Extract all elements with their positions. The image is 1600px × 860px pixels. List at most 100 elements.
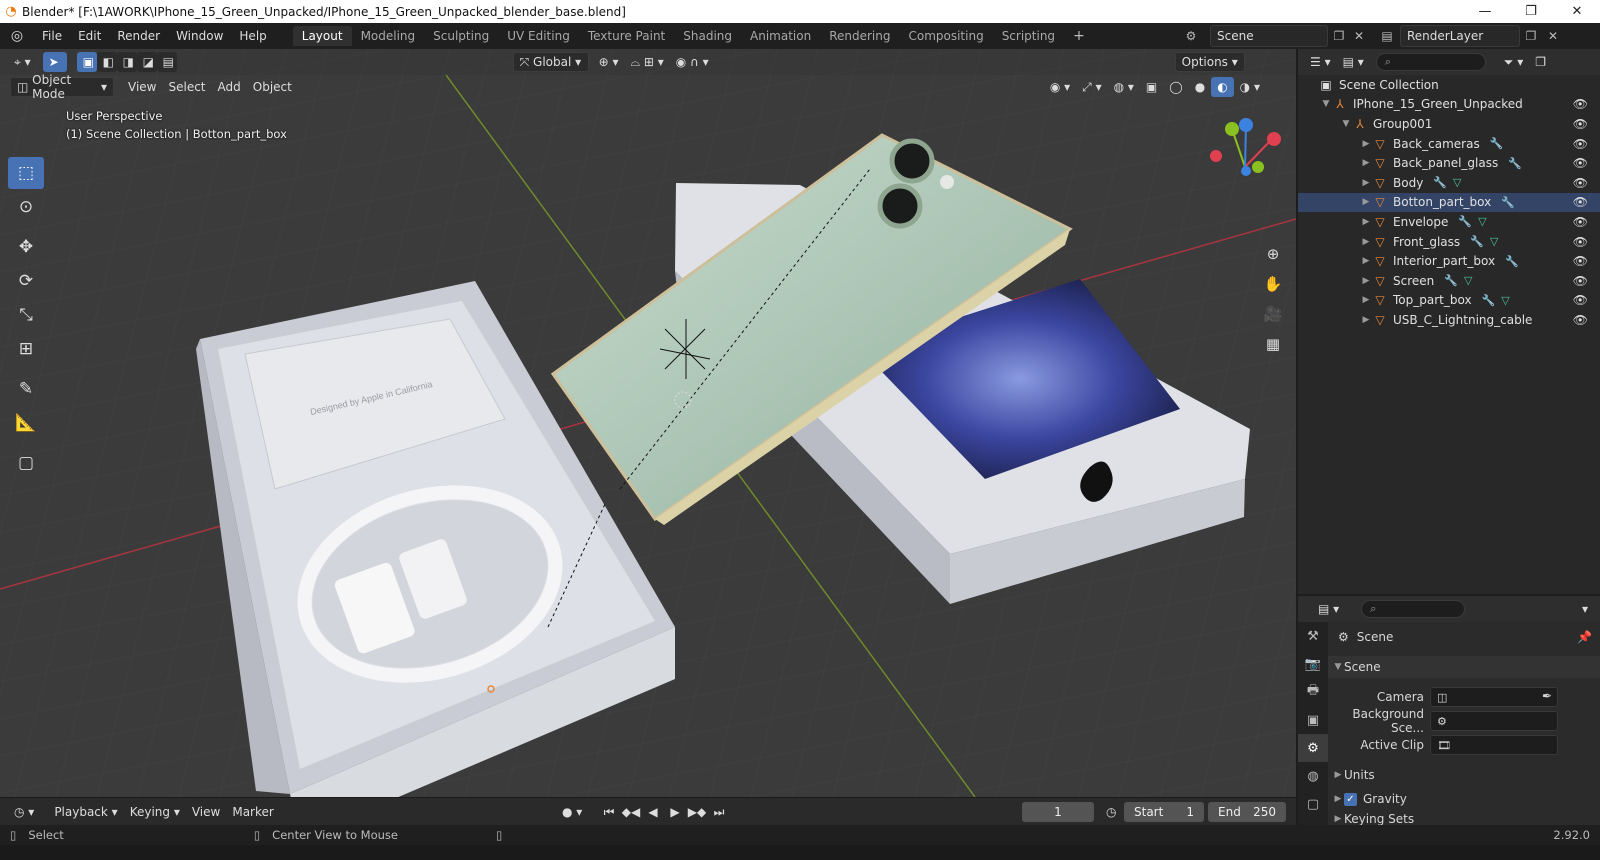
outliner-row-group[interactable]: ▼ ⅄ Group001 👁 [1298,114,1600,134]
select-invert-icon[interactable]: ◪ [136,52,157,72]
ortho-grid-icon[interactable]: ▦ [1261,329,1285,359]
maximize-button[interactable]: ❐ [1508,0,1554,23]
snap-icon[interactable]: ⌓ ⊞ ▾ [625,52,670,72]
outliner-object-row[interactable]: ▶ ▽ Botton_part_box 🔧 👁 [1298,192,1600,213]
eye-icon[interactable]: 👁 [1573,254,1588,268]
menu-help[interactable]: Help [231,29,274,43]
outliner-object-row[interactable]: ▶ ▽ Body 🔧 ▽ 👁 [1298,173,1600,193]
tab-modeling[interactable]: Modeling [352,26,425,46]
menu-window[interactable]: Window [168,29,231,43]
eye-icon[interactable]: 👁 [1573,215,1588,229]
menu-view[interactable]: View [122,77,162,97]
menu-edit[interactable]: Edit [70,29,109,43]
menu-render[interactable]: Render [109,29,168,43]
shading-wireframe-icon[interactable]: ◯ [1163,77,1188,97]
mesh-data-icon[interactable]: ▽ [1478,215,1486,228]
menu-keying[interactable]: Keying ▾ [124,802,186,822]
measure-icon[interactable]: 📐 [8,407,44,439]
end-frame-field[interactable]: End 250 [1208,802,1286,822]
move-icon[interactable]: ✥ [8,231,44,263]
start-frame-field[interactable]: Start 1 [1124,802,1204,822]
mesh-data-icon[interactable]: ▽ [1464,274,1472,287]
cursor-icon[interactable]: ⊙ [8,191,44,223]
zoom-icon[interactable]: ⊕ [1261,239,1285,269]
expand-arrow-icon[interactable]: ▶ [1360,276,1372,286]
outliner-object-row[interactable]: ▶ ▽ Interior_part_box 🔧 👁 [1298,251,1600,271]
display-mode-icon[interactable]: ▤ ▾ [1337,52,1370,72]
tab-scripting[interactable]: Scripting [993,26,1064,46]
eye-icon[interactable]: 👁 [1573,176,1588,190]
outliner-row-scene-collection[interactable]: ▣ Scene Collection [1298,75,1600,95]
options-dropdown[interactable]: Options ▾ [1174,52,1245,72]
select-extend-icon[interactable]: ◧ [96,52,117,72]
menu-object[interactable]: Object [247,77,298,97]
eye-icon[interactable]: 👁 [1573,97,1588,111]
output-tab-icon[interactable]: 🖶 [1298,678,1328,706]
scale-icon[interactable]: ⤡ [8,299,44,331]
keying-sets-panel-header[interactable]: ▶ Keying Sets [1328,812,1600,825]
outliner-object-row[interactable]: ▶ ▽ Top_part_box 🔧 ▽ 👁 [1298,291,1600,311]
overlays-icon[interactable]: ◍ ▾ [1108,77,1140,97]
outliner-object-row[interactable]: ▶ ▽ Front_glass 🔧 ▽ 👁 [1298,232,1600,252]
properties-editor-icon[interactable]: ▤ ▾ [1312,599,1345,619]
eye-icon[interactable]: 👁 [1573,156,1588,170]
gizmo-toggle-icon[interactable]: ⤢ ▾ [1076,77,1107,97]
use-preview-range-icon[interactable]: ◷ [1100,802,1122,822]
blender-menu-icon[interactable]: ◎ [0,28,34,44]
modifier-icon[interactable]: 🔧 [1505,255,1519,268]
minimize-button[interactable]: — [1462,0,1508,23]
play-reverse-icon[interactable]: ◀ [644,802,662,822]
add-workspace-button[interactable]: + [1064,25,1094,47]
expand-arrow-icon[interactable]: ▶ [1360,158,1372,168]
outliner-editor-icon[interactable]: ☰ ▾ [1304,52,1337,72]
expand-arrow-icon[interactable]: ▶ [1360,295,1372,305]
proportional-edit-icon[interactable]: ◉ ∩ ▾ [670,52,715,72]
delete-view-layer-icon[interactable]: ✕ [1542,26,1564,46]
next-keyframe-icon[interactable]: ▶◆ [688,802,706,822]
menu-select[interactable]: Select [162,77,211,97]
3d-viewport[interactable]: Designed by Apple in California ⌖ ▾ ➤ ▣ … [0,49,1296,797]
tab-uv-editing[interactable]: UV Editing [498,26,579,46]
menu-marker[interactable]: Marker [226,802,279,822]
new-scene-icon[interactable]: ❐ [1328,26,1350,46]
add-cube-icon[interactable]: ▢ [8,447,44,479]
new-collection-icon[interactable]: ❐ [1529,52,1552,72]
tab-shading[interactable]: Shading [674,26,741,46]
modifier-icon[interactable]: 🔧 [1444,274,1458,287]
play-icon[interactable]: ▶ [666,802,684,822]
modifier-icon[interactable]: 🔧 [1490,137,1504,150]
eye-icon[interactable]: 👁 [1573,137,1588,151]
menu-add[interactable]: Add [212,77,247,97]
tab-rendering[interactable]: Rendering [820,26,899,46]
jump-end-icon[interactable]: ⏭ [710,802,728,822]
annotate-icon[interactable]: ✎ [8,373,44,405]
scene-icon[interactable]: ⚙ [1180,26,1202,46]
shading-solid-icon[interactable]: ● [1189,77,1211,97]
eye-icon[interactable]: 👁 [1573,117,1588,131]
render-tab-icon[interactable]: 📷 [1298,650,1328,678]
timeline-editor-icon[interactable]: ◷ ▾ [8,802,40,822]
expand-arrow-icon[interactable]: ▼ [1340,119,1352,129]
gravity-panel-header[interactable]: ▶ ✓ Gravity [1328,788,1600,810]
expand-arrow-icon[interactable]: ▶ [1360,217,1372,227]
view-layer-selector[interactable]: RenderLayer [1400,25,1520,47]
menu-timeline-view[interactable]: View [186,802,226,822]
outliner-object-row[interactable]: ▶ ▽ Back_panel_glass 🔧 👁 [1298,153,1600,173]
pan-hand-icon[interactable]: ✋ [1261,269,1285,299]
mesh-data-icon[interactable]: ▽ [1453,176,1461,189]
mode-dropdown[interactable]: ◫ Object Mode ▾ [10,73,114,101]
select-intersect-icon[interactable]: ▤ [156,52,177,72]
properties-options-icon[interactable]: ▾ [1576,599,1594,619]
transform-orientation-dropdown[interactable]: ⤧ Global ▾ [512,52,589,72]
units-panel-header[interactable]: ▶ Units [1328,764,1600,786]
eye-icon[interactable]: 👁 [1573,235,1588,249]
properties-search-input[interactable]: ⌕ [1361,600,1466,618]
shading-rendered-icon[interactable]: ◑ ▾ [1234,77,1266,97]
current-frame-field[interactable]: 1 [1022,802,1094,822]
eye-icon[interactable]: 👁 [1573,313,1588,327]
outliner-row-collection[interactable]: ▼ ⅄ IPhone_15_Green_Unpacked 👁 [1298,95,1600,115]
expand-arrow-icon[interactable]: ▶ [1360,256,1372,266]
menu-file[interactable]: File [34,29,70,43]
background-scene-field[interactable]: ⚙ [1430,711,1558,731]
shading-material-icon[interactable]: ◐ [1211,77,1234,97]
